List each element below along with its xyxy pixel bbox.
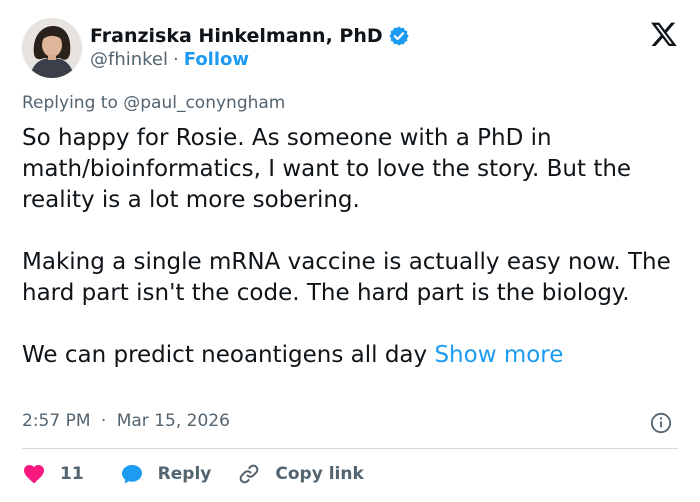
x-logo-icon[interactable] (650, 20, 678, 48)
divider (22, 448, 678, 449)
verified-badge-icon (388, 26, 409, 46)
tweet-body: So happy for Rosie. As someone with a Ph… (22, 123, 682, 371)
show-more-link[interactable]: Show more (434, 342, 563, 368)
heart-icon (24, 465, 44, 484)
tweet-timestamp[interactable]: 2:57 PM · Mar 15, 2026 (22, 411, 230, 431)
like-button[interactable]: 11 (22, 462, 94, 486)
copy-link-button[interactable]: Copy link (237, 462, 364, 486)
reply-bubble-icon (121, 465, 142, 484)
author-name[interactable]: Franziska Hinkelmann, PhD (90, 25, 383, 47)
tweet-card: Franziska Hinkelmann, PhD @fhinkel · Fol… (0, 0, 700, 502)
timestamp-separator: · (100, 411, 107, 431)
info-icon[interactable] (650, 412, 672, 434)
tweet-date: Mar 15, 2026 (116, 411, 230, 431)
like-count: 11 (60, 464, 84, 484)
avatar[interactable] (22, 18, 82, 78)
replying-to-prefix: Replying to (22, 93, 118, 113)
link-icon (240, 464, 259, 484)
reply-label: Reply (157, 464, 212, 484)
tweet-time: 2:57 PM (22, 411, 91, 431)
author-handle-row: @fhinkel · Follow (90, 49, 249, 70)
handle-separator: · (173, 49, 179, 70)
tweet-paragraph-text: We can predict neoantigens all day (22, 342, 428, 368)
replying-to-mention[interactable]: @paul_conyngham (123, 93, 285, 113)
follow-button[interactable]: Follow (184, 49, 249, 70)
tweet-paragraph-last: We can predict neoantigens all day Show … (22, 340, 682, 371)
copy-link-label: Copy link (275, 464, 364, 484)
reply-button[interactable]: Reply (120, 462, 212, 486)
tweet-paragraph: So happy for Rosie. As someone with a Ph… (22, 125, 632, 213)
tweet-paragraph: Making a single mRNA vaccine is actually… (22, 249, 671, 306)
author-handle[interactable]: @fhinkel (90, 49, 168, 70)
replying-to: Replying to @paul_conyngham (22, 93, 285, 113)
action-bar: 11 Reply Copy link (22, 461, 390, 487)
author-name-row: Franziska Hinkelmann, PhD (90, 22, 410, 50)
